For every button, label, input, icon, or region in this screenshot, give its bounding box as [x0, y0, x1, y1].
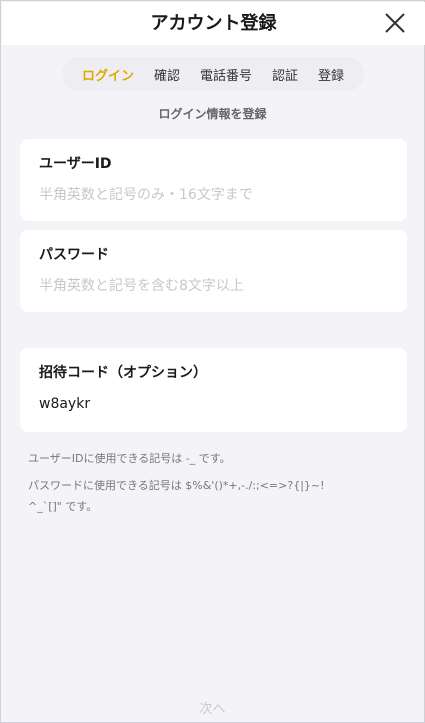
user-id-symbols-note: ユーザーIDに使用できる記号は -_ です。: [28, 452, 231, 465]
step-register: 登録: [317, 68, 344, 84]
invite-code-card: 招待コード（オプション）: [20, 348, 407, 432]
password-symbols-note-line1: パスワードに使用できる記号は $%&'()*+,-./:;<=>?{|}~!: [28, 479, 325, 492]
close-button[interactable]: [383, 11, 407, 35]
invite-code-input[interactable]: [39, 396, 389, 412]
page-title: アカウント登録: [150, 13, 277, 34]
password-input[interactable]: [39, 278, 389, 294]
user-id-input[interactable]: [39, 187, 389, 203]
step-verify: 認証: [271, 68, 298, 84]
step-confirm: 確認: [153, 68, 180, 84]
invite-code-label: 招待コード（オプション）: [39, 365, 207, 381]
section-subtitle: ログイン情報を登録: [158, 107, 267, 121]
password-symbols-note-line2: ^_`[]" です。: [28, 500, 98, 513]
next-button[interactable]: 次へ: [1, 698, 424, 717]
password-card: パスワード: [20, 230, 407, 312]
password-label: パスワード: [39, 247, 109, 263]
step-login: ログイン: [81, 68, 134, 84]
user-id-card: ユーザーID: [20, 139, 407, 221]
step-phone: 電話番号: [199, 68, 252, 84]
header-bar: アカウント登録: [2, 2, 425, 45]
close-icon: [385, 13, 405, 33]
step-indicator: ログイン 確認 電話番号 認証 登録: [62, 57, 364, 91]
app-frame: アカウント登録 ログイン 確認 電話番号 認証 登録 ログイン情報を登録 ユーザ…: [0, 0, 425, 723]
user-id-label: ユーザーID: [39, 156, 112, 172]
